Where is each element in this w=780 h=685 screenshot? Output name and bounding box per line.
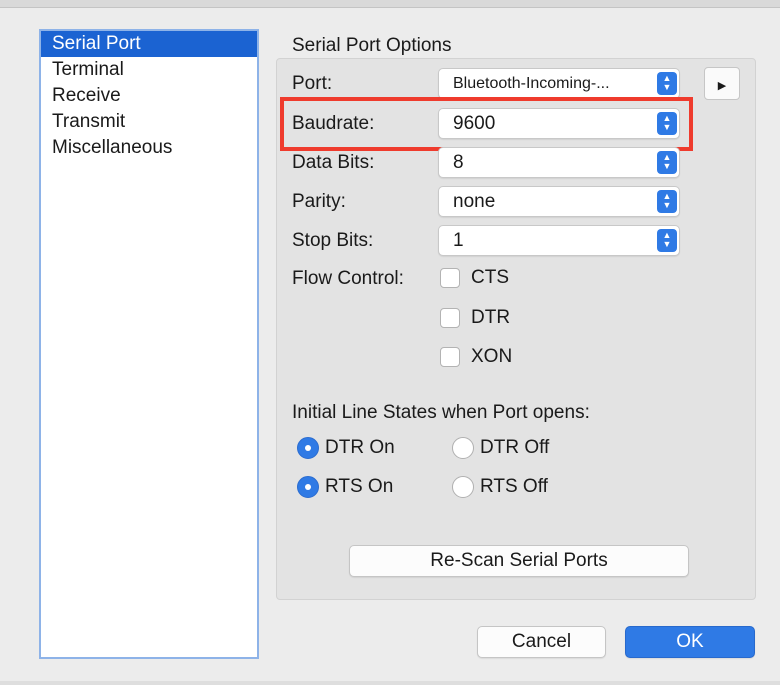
up-down-chevron-icon: ▲ ▼ xyxy=(657,112,677,135)
cts-checkbox[interactable] xyxy=(440,268,460,288)
parity-select[interactable]: none ▲ ▼ xyxy=(438,186,680,217)
data-bits-value: 8 xyxy=(453,152,464,173)
xon-checkbox[interactable] xyxy=(440,347,460,367)
port-value: Bluetooth-Incoming-... xyxy=(453,75,610,92)
line-states-title: Initial Line States when Port opens: xyxy=(292,402,590,423)
stop-bits-value: 1 xyxy=(453,230,464,251)
window-bottom-edge xyxy=(0,681,780,685)
baudrate-label: Baudrate: xyxy=(292,113,375,134)
rts-on-radio[interactable] xyxy=(297,476,319,498)
data-bits-label: Data Bits: xyxy=(292,152,375,173)
up-down-chevron-icon: ▲ ▼ xyxy=(657,190,677,213)
up-down-chevron-icon: ▲ ▼ xyxy=(657,151,677,174)
dtr-checkbox[interactable] xyxy=(440,308,460,328)
rts-off-radio[interactable] xyxy=(452,476,474,498)
rts-on-label: RTS On xyxy=(325,476,394,497)
up-down-chevron-icon: ▲ ▼ xyxy=(657,229,677,252)
parity-value: none xyxy=(453,191,496,212)
rts-off-label: RTS Off xyxy=(480,476,548,497)
section-title: Serial Port Options xyxy=(292,35,452,56)
port-label: Port: xyxy=(292,73,333,94)
cancel-button[interactable]: Cancel xyxy=(477,626,606,658)
sidebar-item-serial-port[interactable]: Serial Port xyxy=(41,31,257,57)
sidebar-item-terminal[interactable]: Terminal xyxy=(41,57,257,83)
stop-bits-label: Stop Bits: xyxy=(292,230,374,251)
dtr-on-radio[interactable] xyxy=(297,437,319,459)
sidebar-item-transmit[interactable]: Transmit xyxy=(41,109,257,135)
port-menu-button[interactable]: ▶ xyxy=(704,67,740,100)
dtr-off-label: DTR Off xyxy=(480,437,550,458)
rescan-serial-ports-button[interactable]: Re-Scan Serial Ports xyxy=(349,545,689,577)
port-select[interactable]: Bluetooth-Incoming-... ▲ ▼ xyxy=(438,68,680,99)
data-bits-select[interactable]: 8 ▲ ▼ xyxy=(438,147,680,178)
options-group-box xyxy=(276,58,756,600)
preferences-sidebar: Serial Port Terminal Receive Transmit Mi… xyxy=(39,29,259,659)
up-down-chevron-icon: ▲ ▼ xyxy=(657,72,677,95)
triangle-right-icon: ▶ xyxy=(717,80,727,92)
window-top-edge xyxy=(0,0,780,8)
sidebar-item-receive[interactable]: Receive xyxy=(41,83,257,109)
parity-label: Parity: xyxy=(292,191,346,212)
baudrate-select[interactable]: 9600 ▲ ▼ xyxy=(438,108,680,139)
dtr-on-label: DTR On xyxy=(325,437,395,458)
dtr-label: DTR xyxy=(471,307,511,328)
stop-bits-select[interactable]: 1 ▲ ▼ xyxy=(438,225,680,256)
dtr-off-radio[interactable] xyxy=(452,437,474,459)
baudrate-value: 9600 xyxy=(453,113,496,134)
ok-button[interactable]: OK xyxy=(625,626,755,658)
sidebar-item-miscellaneous[interactable]: Miscellaneous xyxy=(41,135,257,161)
cts-label: CTS xyxy=(471,267,509,288)
xon-label: XON xyxy=(471,346,513,367)
flow-control-label: Flow Control: xyxy=(292,268,404,289)
